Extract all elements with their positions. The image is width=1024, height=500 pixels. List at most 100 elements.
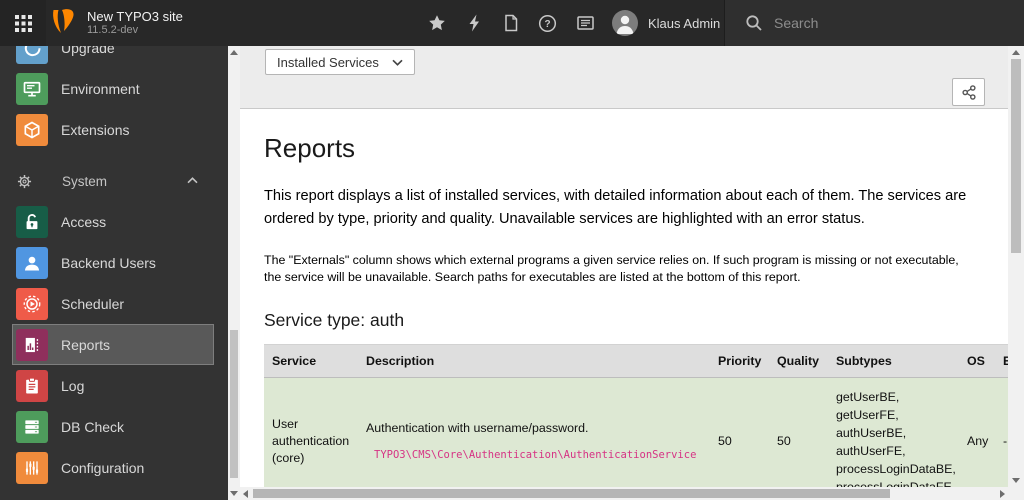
avatar [612,10,638,36]
col-header-quality: Quality [769,344,828,378]
cell-description: Authentication with username/password. T… [358,377,710,487]
access-icon [16,205,48,238]
report-lead-text: This report displays a list of installed… [264,188,967,227]
sidebar-scrollbar[interactable] [228,46,240,500]
sidebar-item-label: Scheduler [61,295,125,312]
scroll-up-arrow[interactable] [230,50,238,55]
subtype: processLoginDataBE, [836,461,956,476]
site-brand[interactable]: New TYPO3 site 11.5.2-dev [52,0,183,46]
configuration-icon [16,451,48,484]
service-description: Authentication with username/password. [366,420,589,435]
installed-services-table: Service Description Priority Quality Sub… [264,344,1008,487]
subtype: processLoginDataFE [836,479,952,487]
subtype: authUserFE, [836,443,906,458]
col-header-priority: Priority [710,344,769,378]
col-header-subtypes: Subtypes [828,344,961,378]
dropdown-selected-label: Installed Services [277,54,379,70]
module-content: Installed Services Reports This report d… [240,46,1008,487]
content-hscrollbar-thumb[interactable] [253,489,890,498]
db-check-icon [16,410,48,443]
system-information-button[interactable] [567,0,604,46]
cell-service: User authentication (core) [264,377,358,487]
sidebar-section-system[interactable]: System [0,165,228,198]
typo3-version: 11.5.2-dev [87,24,139,36]
scroll-down-arrow[interactable] [230,491,238,496]
col-header-os: OS [961,344,997,378]
table-header-row: Service Description Priority Quality Sub… [264,344,1008,378]
module-menu-toggle-button[interactable] [0,0,46,46]
help-button[interactable]: ? [529,0,566,46]
upgrade-icon [16,46,48,64]
user-menu[interactable]: Klaus Admin [612,0,720,46]
subtype: authUserBE, [836,425,907,440]
cell-subtypes: getUserBE, getUserFE, authUserBE, authUs… [828,377,961,487]
scrollbar-corner [1008,487,1024,500]
doc-header: Installed Services [240,46,1008,109]
sidebar-item-extensions[interactable]: Extensions [12,109,214,150]
user-avatar-icon [616,15,634,34]
scroll-down-arrow[interactable] [1012,478,1020,483]
scroll-up-arrow[interactable] [1012,50,1020,55]
col-header-description: Description [358,344,710,378]
page-title: Reports [264,133,356,163]
share-nodes-icon [961,84,976,100]
sidebar-scrollbar-thumb[interactable] [230,330,238,478]
col-header-externals: Externals [997,344,1008,378]
col-header-service: Service [264,344,358,378]
content-horizontal-scrollbar[interactable] [240,487,1008,500]
sidebar-item-label: Backend Users [61,254,156,271]
bookmark-star-icon [428,15,445,31]
sidebar-item-scheduler[interactable]: Scheduler [12,283,214,324]
sidebar-section-label: System [62,174,108,189]
cell-externals: - [997,377,1008,487]
share-button[interactable] [952,78,985,106]
chevron-up-icon [187,177,198,184]
typo3-logo [53,9,74,33]
bookmark-button[interactable] [418,0,455,46]
table-row: User authentication (core) Authenticatio… [264,377,1008,487]
subtype: getUserBE, [836,389,900,404]
sidebar-item-label: DB Check [61,418,125,435]
topbar: New TYPO3 site 11.5.2-dev ? Klaus Admin … [0,0,1024,46]
clear-cache-button[interactable] [455,0,492,46]
sidebar-item-log[interactable]: Log [12,365,214,406]
backend-users-icon [16,246,48,279]
site-title: New TYPO3 site [87,9,183,24]
sidebar-item-label: Extensions [61,121,130,138]
help-icon: ? [538,14,557,32]
sidebar-item-reports[interactable]: Reports [12,324,214,365]
content-vertical-scrollbar[interactable] [1008,46,1024,487]
environment-icon [16,72,48,105]
cell-priority: 50 [710,377,769,487]
open-document-icon [504,14,517,32]
content-scrollbar-thumb[interactable] [1011,59,1021,253]
sidebar-item-backend-users[interactable]: Backend Users [12,242,214,283]
cell-quality: 50 [769,377,828,487]
sidebar-item-label: Upgrade [61,46,115,56]
report-select-dropdown[interactable]: Installed Services [265,49,415,75]
sidebar-item-label: Configuration [61,459,145,476]
sidebar-item-configuration[interactable]: Configuration [12,447,214,488]
scroll-left-arrow[interactable] [243,489,248,498]
scroll-right-arrow[interactable] [1000,489,1005,498]
sidebar-item-environment[interactable]: Environment [12,68,214,109]
sidebar-item-db-check[interactable]: DB Check [12,406,214,447]
extensions-icon [16,113,48,146]
sidebar-item-label: Environment [61,80,140,97]
clear-cache-bolt-icon [469,14,479,32]
report-note-text: The "Externals" column shows which exter… [264,253,959,284]
log-icon [16,369,48,402]
sidebar-item-label: Access [61,213,107,230]
search-input[interactable] [774,15,994,31]
open-document-button[interactable] [492,0,529,46]
username-label: Klaus Admin [648,15,721,31]
toolbar-search [724,0,1024,46]
scheduler-icon [16,287,48,320]
sidebar-item-upgrade[interactable]: Upgrade [12,46,214,68]
chevron-down-icon [392,59,403,66]
sidebar-item-label: Reports [61,336,111,353]
subtype: getUserFE, [836,407,899,422]
sidebar-item-access[interactable]: Access [12,201,214,242]
module-menu: Upgrade Environment Extensions System Ac… [0,46,228,500]
reports-icon [16,328,48,361]
